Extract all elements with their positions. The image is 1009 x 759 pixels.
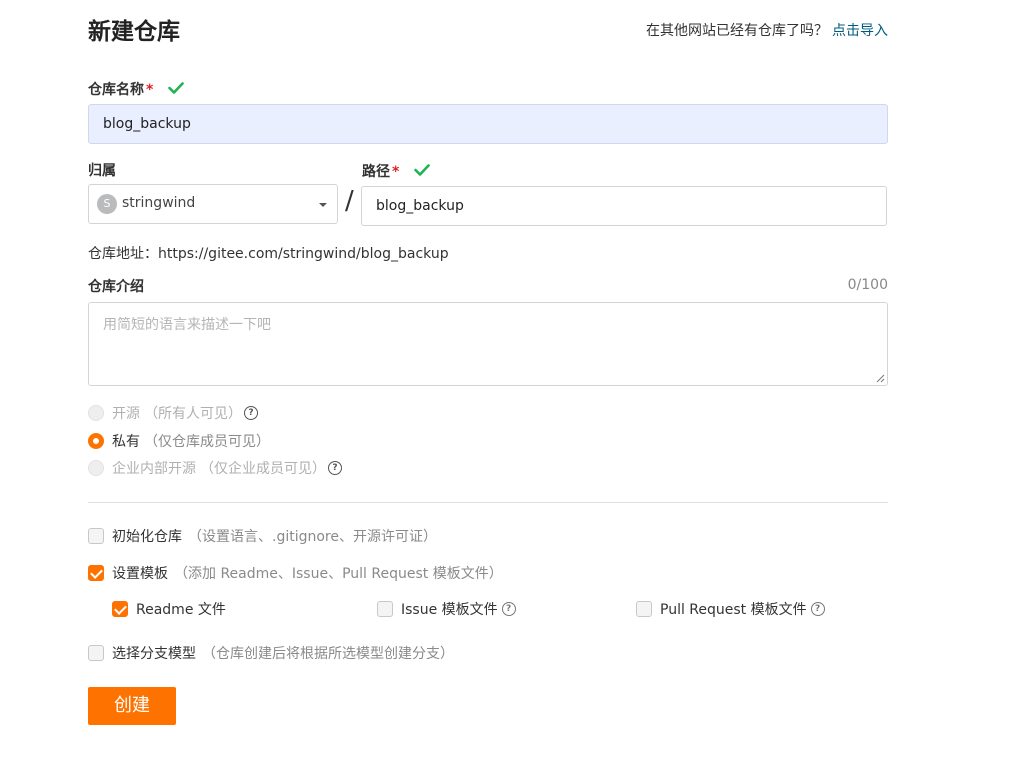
path-input[interactable]: blog_backup <box>361 186 887 226</box>
path-label-text: 路径 <box>362 164 390 180</box>
option-note: （仓库创建后将根据所选模型创建分支） <box>202 646 454 662</box>
description-placeholder: 用简短的语言来描述一下吧 <box>103 317 271 333</box>
avatar: S <box>97 194 117 214</box>
checkbox-set-template[interactable] <box>88 565 104 581</box>
visibility-option-private[interactable]: 私有 （仅仓库成员可见） <box>88 431 270 451</box>
path-label: 路径 * <box>362 161 431 181</box>
path-separator: / <box>345 186 354 216</box>
valid-check-icon <box>168 82 185 98</box>
checkbox-branch-model[interactable] <box>88 645 104 661</box>
chevron-down-icon <box>319 203 327 207</box>
option-note: （添加 Readme、Issue、Pull Request 模板文件） <box>174 566 503 582</box>
divider <box>88 502 888 503</box>
visibility-note: （仅企业成员可见） <box>200 461 326 477</box>
repo-address-label: 仓库地址： <box>88 246 158 262</box>
owner-value: stringwind <box>122 195 196 211</box>
template-label: Pull Request 模板文件 <box>660 602 807 618</box>
option-branch-model[interactable]: 选择分支模型 （仓库创建后将根据所选模型创建分支） <box>88 643 454 663</box>
option-label: 设置模板 <box>112 566 168 582</box>
template-issue[interactable]: Issue 模板文件 ? <box>377 599 516 619</box>
valid-check-icon <box>414 164 431 180</box>
radio-enterprise[interactable] <box>88 460 104 476</box>
repo-address-url: https://gitee.com/stringwind/blog_backup <box>158 246 449 262</box>
option-init-repo[interactable]: 初始化仓库 （设置语言、.gitignore、开源许可证） <box>88 526 437 546</box>
required-mark: * <box>392 164 400 180</box>
checkbox-init-repo[interactable] <box>88 528 104 544</box>
option-label: 初始化仓库 <box>112 529 182 545</box>
visibility-option-public[interactable]: 开源 （所有人可见） ? <box>88 403 258 423</box>
radio-public[interactable] <box>88 405 104 421</box>
visibility-label: 私有 <box>112 434 140 450</box>
import-prompt-text: 在其他网站已经有仓库了吗？ <box>646 23 828 39</box>
visibility-note: （所有人可见） <box>144 406 242 422</box>
checkbox-readme[interactable] <box>112 601 128 617</box>
required-mark: * <box>146 82 154 98</box>
description-textarea[interactable]: 用简短的语言来描述一下吧 <box>88 302 888 386</box>
help-icon[interactable]: ? <box>810 602 825 616</box>
template-pull-request[interactable]: Pull Request 模板文件 ? <box>636 599 825 619</box>
repo-name-label-text: 仓库名称 <box>88 82 144 98</box>
owner-select[interactable]: S stringwind <box>88 184 338 224</box>
import-prompt: 在其他网站已经有仓库了吗？ 点击导入 <box>646 20 888 40</box>
visibility-option-enterprise[interactable]: 企业内部开源 （仅企业成员可见） ? <box>88 458 342 478</box>
visibility-note: （仅仓库成员可见） <box>144 434 270 450</box>
template-label: Readme 文件 <box>136 602 226 618</box>
page-title: 新建仓库 <box>88 19 180 45</box>
description-label: 仓库介绍 <box>88 279 144 295</box>
radio-private[interactable] <box>88 433 104 449</box>
help-icon[interactable]: ? <box>244 406 258 420</box>
option-note: （设置语言、.gitignore、开源许可证） <box>188 529 437 545</box>
resize-handle-icon[interactable] <box>876 374 885 383</box>
create-button[interactable]: 创建 <box>88 687 176 725</box>
owner-label: 归属 <box>88 163 116 179</box>
template-readme[interactable]: Readme 文件 <box>112 599 226 619</box>
repo-address: 仓库地址：https://gitee.com/stringwind/blog_b… <box>88 243 449 263</box>
import-link[interactable]: 点击导入 <box>832 23 888 39</box>
help-icon[interactable]: ? <box>501 602 516 616</box>
template-label: Issue 模板文件 <box>401 602 498 618</box>
checkbox-issue[interactable] <box>377 601 393 617</box>
description-counter: 0/100 <box>847 277 888 293</box>
repo-name-input[interactable]: blog_backup <box>88 104 888 144</box>
option-label: 选择分支模型 <box>112 646 196 662</box>
visibility-label: 企业内部开源 <box>112 461 196 477</box>
repo-name-label: 仓库名称 * <box>88 79 185 99</box>
checkbox-pull-request[interactable] <box>636 601 652 617</box>
visibility-label: 开源 <box>112 406 140 422</box>
option-set-template[interactable]: 设置模板 （添加 Readme、Issue、Pull Request 模板文件） <box>88 563 503 583</box>
help-icon[interactable]: ? <box>328 461 342 475</box>
